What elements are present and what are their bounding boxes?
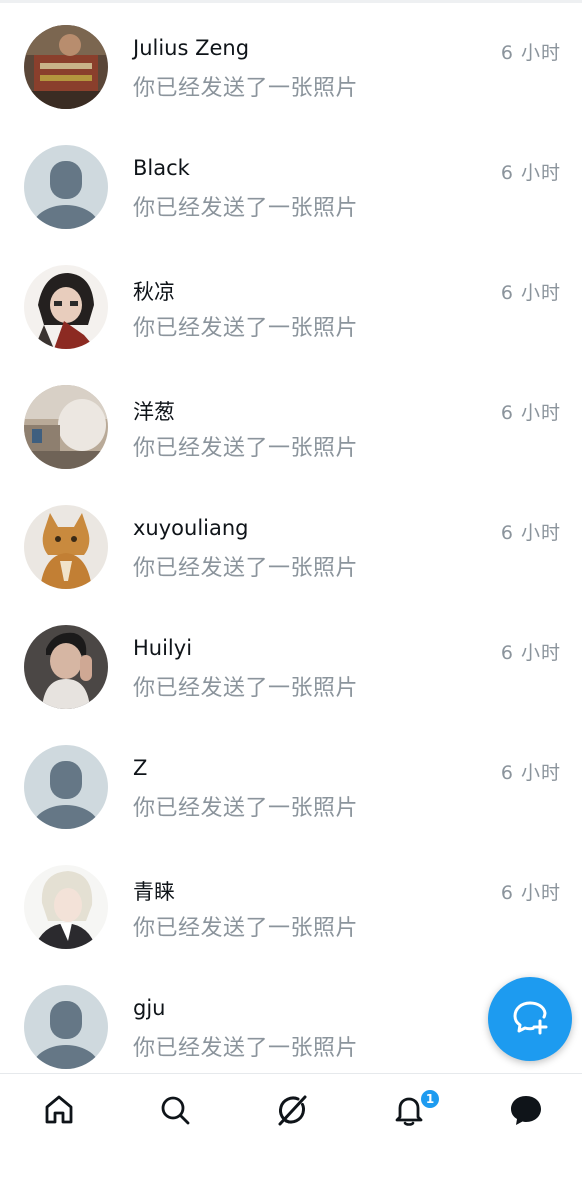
avatar[interactable]: [24, 505, 108, 589]
new-message-button[interactable]: [488, 977, 572, 1061]
message-time: 6 小时: [500, 882, 561, 904]
message-time: 6 小时: [500, 162, 561, 184]
conversation-name: 青睐: [133, 880, 175, 904]
avatar[interactable]: [24, 625, 108, 709]
conversation-row[interactable]: 洋葱 你已经发送了一张照片 6 小时: [0, 367, 582, 487]
message-time: 6 小时: [500, 522, 561, 544]
conversation-name: 洋葱: [133, 400, 175, 424]
conversation-row[interactable]: Z 你已经发送了一张照片 6 小时: [0, 727, 582, 847]
message-preview: 你已经发送了一张照片: [133, 436, 359, 461]
messages-icon: [508, 1092, 544, 1132]
conversation-row[interactable]: Huilyi 你已经发送了一张照片 6 小时: [0, 607, 582, 727]
default-avatar-icon[interactable]: [24, 145, 108, 229]
top-divider: [0, 0, 582, 3]
search-icon: [158, 1093, 192, 1131]
conversation-row[interactable]: 青睐 你已经发送了一张照片 6 小时: [0, 847, 582, 967]
tab-grok[interactable]: [270, 1090, 314, 1134]
notification-badge: 1: [419, 1088, 441, 1110]
tab-messages[interactable]: [504, 1090, 548, 1134]
bottom-tab-bar: [0, 1073, 582, 1199]
conversation-row[interactable]: Black 你已经发送了一张照片 6 小时: [0, 127, 582, 247]
message-preview: 你已经发送了一张照片: [133, 916, 359, 941]
message-preview: 你已经发送了一张照片: [133, 1036, 359, 1061]
avatar[interactable]: [24, 25, 108, 109]
conversation-name: Z: [133, 756, 148, 780]
message-time: 6 小时: [500, 42, 561, 64]
conversation-name: Huilyi: [133, 636, 193, 660]
message-time: 6 小时: [500, 402, 561, 424]
message-preview: 你已经发送了一张照片: [133, 76, 359, 101]
conversation-row[interactable]: 秋凉 你已经发送了一张照片 6 小时: [0, 247, 582, 367]
message-preview: 你已经发送了一张照片: [133, 556, 359, 581]
grok-icon: [274, 1092, 310, 1132]
message-preview: 你已经发送了一张照片: [133, 676, 359, 701]
tab-home[interactable]: [37, 1090, 81, 1134]
message-time: 6 小时: [500, 282, 561, 304]
conversation-name: xuyouliang: [133, 516, 249, 540]
message-time: 6 小时: [500, 642, 561, 664]
avatar[interactable]: [24, 865, 108, 949]
conversation-name: 秋凉: [133, 280, 175, 304]
conversation-name: gju: [133, 996, 166, 1020]
message-preview: 你已经发送了一张照片: [133, 196, 359, 221]
default-avatar-icon[interactable]: [24, 985, 108, 1069]
home-icon: [42, 1093, 76, 1131]
conversation-row[interactable]: Julius Zeng 你已经发送了一张照片 6 小时: [0, 7, 582, 127]
conversation-list: Julius Zeng 你已经发送了一张照片 6 小时 Black 你已经发送了…: [0, 7, 582, 1087]
message-preview: 你已经发送了一张照片: [133, 796, 359, 821]
tab-search[interactable]: [153, 1090, 197, 1134]
default-avatar-icon[interactable]: [24, 745, 108, 829]
conversation-row[interactable]: xuyouliang 你已经发送了一张照片 6 小时: [0, 487, 582, 607]
message-preview: 你已经发送了一张照片: [133, 316, 359, 341]
conversation-name: Julius Zeng: [133, 36, 250, 60]
conversation-name: Black: [133, 156, 190, 180]
message-time: 6 小时: [500, 762, 561, 784]
avatar[interactable]: [24, 265, 108, 349]
new-message-icon: [510, 997, 550, 1041]
avatar[interactable]: [24, 385, 108, 469]
